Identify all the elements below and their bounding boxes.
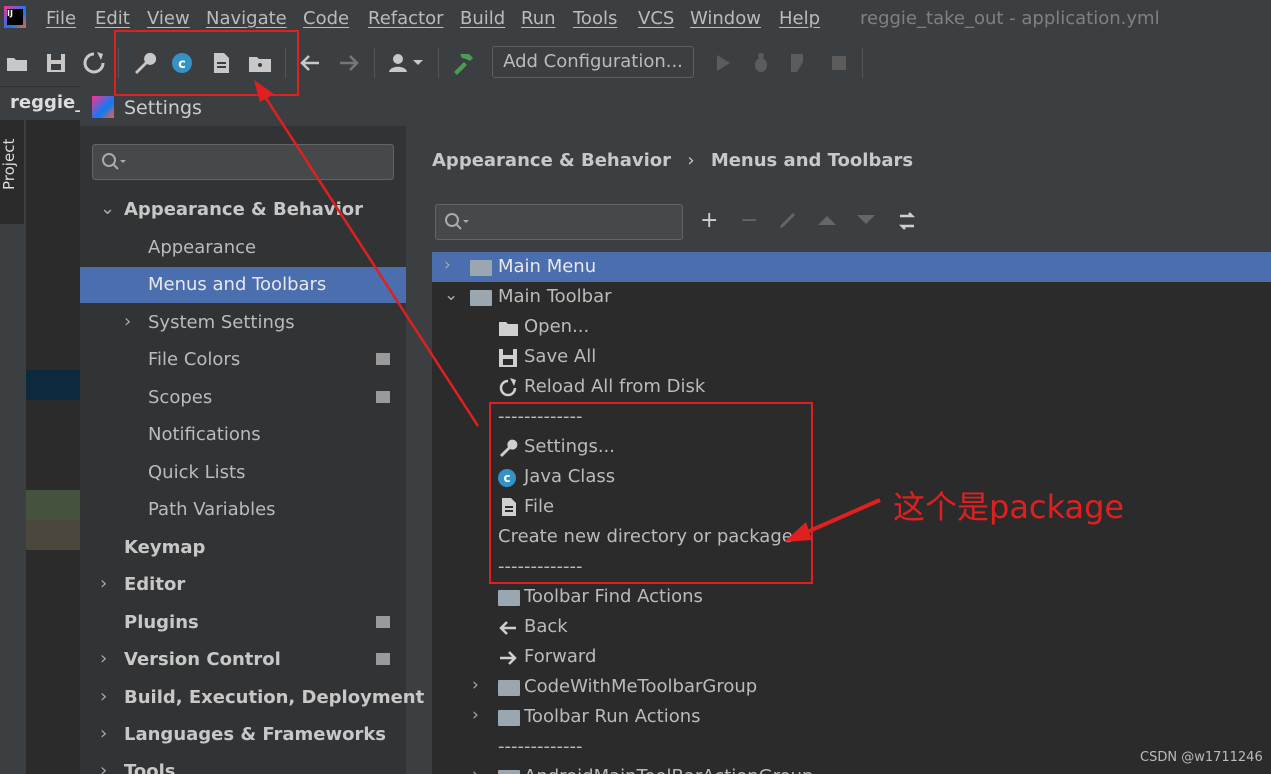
menu-help[interactable]: Help [779, 8, 820, 29]
toolbar-separator [438, 48, 439, 78]
chevron-right-icon: › [124, 311, 132, 332]
settings-tree-plugins[interactable]: Plugins [80, 605, 406, 641]
intellij-logo-icon: IJ [4, 6, 26, 28]
chevron-right-icon: › [100, 648, 108, 669]
menu-code[interactable]: Code [303, 8, 349, 29]
open-folder-icon[interactable] [5, 50, 31, 76]
ide-editor-background [26, 120, 80, 774]
menu-edit[interactable]: Edit [95, 8, 130, 29]
add-configuration-button[interactable]: Add Configuration... [492, 46, 694, 78]
intellij-logo-icon [92, 96, 114, 118]
settings-tree-build-execution[interactable]: › Build, Execution, Deployment [80, 680, 424, 716]
reload-icon[interactable] [81, 50, 107, 76]
project-level-icon [376, 616, 390, 628]
toolbar-separator [374, 48, 375, 78]
chevron-right-icon: › [472, 705, 479, 725]
settings-tree-languages-frameworks[interactable]: › Languages & Frameworks [80, 717, 406, 753]
coverage-icon[interactable] [786, 50, 812, 76]
ide-highlight-row [26, 370, 80, 400]
toolbar-separator [862, 48, 863, 78]
search-icon [102, 153, 126, 170]
project-tool-window-button[interactable]: Project [0, 130, 24, 190]
menu-vcs[interactable]: VCS [638, 8, 674, 29]
annotation-text: 这个是package [893, 488, 1125, 526]
user-dropdown-icon[interactable] [386, 50, 426, 76]
save-all-icon[interactable] [43, 50, 69, 76]
watermark: CSDN @w1711246 [1140, 750, 1263, 765]
folder-icon [498, 680, 520, 696]
forward-arrow-icon[interactable] [336, 50, 362, 76]
folder-icon [498, 770, 520, 774]
actions-tree-find-actions[interactable]: Toolbar Find Actions [432, 582, 1271, 612]
ide-highlight-row [26, 520, 80, 550]
actions-tree-back[interactable]: Back [432, 612, 1271, 642]
menu-window[interactable]: Window [690, 8, 761, 29]
chevron-right-icon: › [100, 573, 108, 594]
menu-file[interactable]: File [46, 8, 76, 29]
chevron-right-icon: › [100, 686, 108, 707]
menu-run[interactable]: Run [521, 8, 556, 29]
forward-arrow-icon [500, 651, 517, 665]
stop-icon[interactable] [826, 50, 852, 76]
back-arrow-icon[interactable] [297, 50, 323, 76]
window-title: reggie_take_out - application.yml [860, 8, 1160, 29]
annotation-arrows [254, 80, 881, 542]
folder-icon [498, 710, 520, 726]
actions-tree-codewithme[interactable]: › CodeWithMeToolbarGroup [432, 672, 1271, 702]
folder-icon [498, 590, 520, 606]
project-level-icon [376, 653, 390, 665]
settings-tree-editor[interactable]: › Editor [80, 567, 406, 603]
chevron-right-icon: › [472, 675, 479, 695]
settings-tree-tools[interactable]: › Tools [80, 754, 406, 774]
settings-dialog-title: Settings [124, 97, 202, 119]
build-hammer-icon[interactable] [450, 50, 476, 76]
run-icon[interactable] [710, 50, 736, 76]
back-arrow-icon [499, 621, 516, 635]
actions-tree-forward[interactable]: Forward [432, 642, 1271, 672]
chevron-right-icon: › [100, 760, 108, 774]
menu-navigate[interactable]: Navigate [206, 8, 287, 29]
actions-tree-run-actions[interactable]: › Toolbar Run Actions [432, 702, 1271, 732]
chevron-down-icon: ⌄ [100, 198, 116, 219]
restore-defaults-icon[interactable] [894, 208, 920, 234]
menu-view[interactable]: View [147, 8, 190, 29]
menu-tools[interactable]: Tools [573, 8, 617, 29]
chevron-right-icon: › [472, 765, 479, 774]
ide-highlight-row [26, 490, 80, 520]
menu-refactor[interactable]: Refactor [368, 8, 444, 29]
menu-build[interactable]: Build [460, 8, 505, 29]
chevron-right-icon: › [100, 723, 108, 744]
settings-tree-version-control[interactable]: › Version Control [80, 642, 406, 678]
debug-bug-icon[interactable] [748, 50, 774, 76]
